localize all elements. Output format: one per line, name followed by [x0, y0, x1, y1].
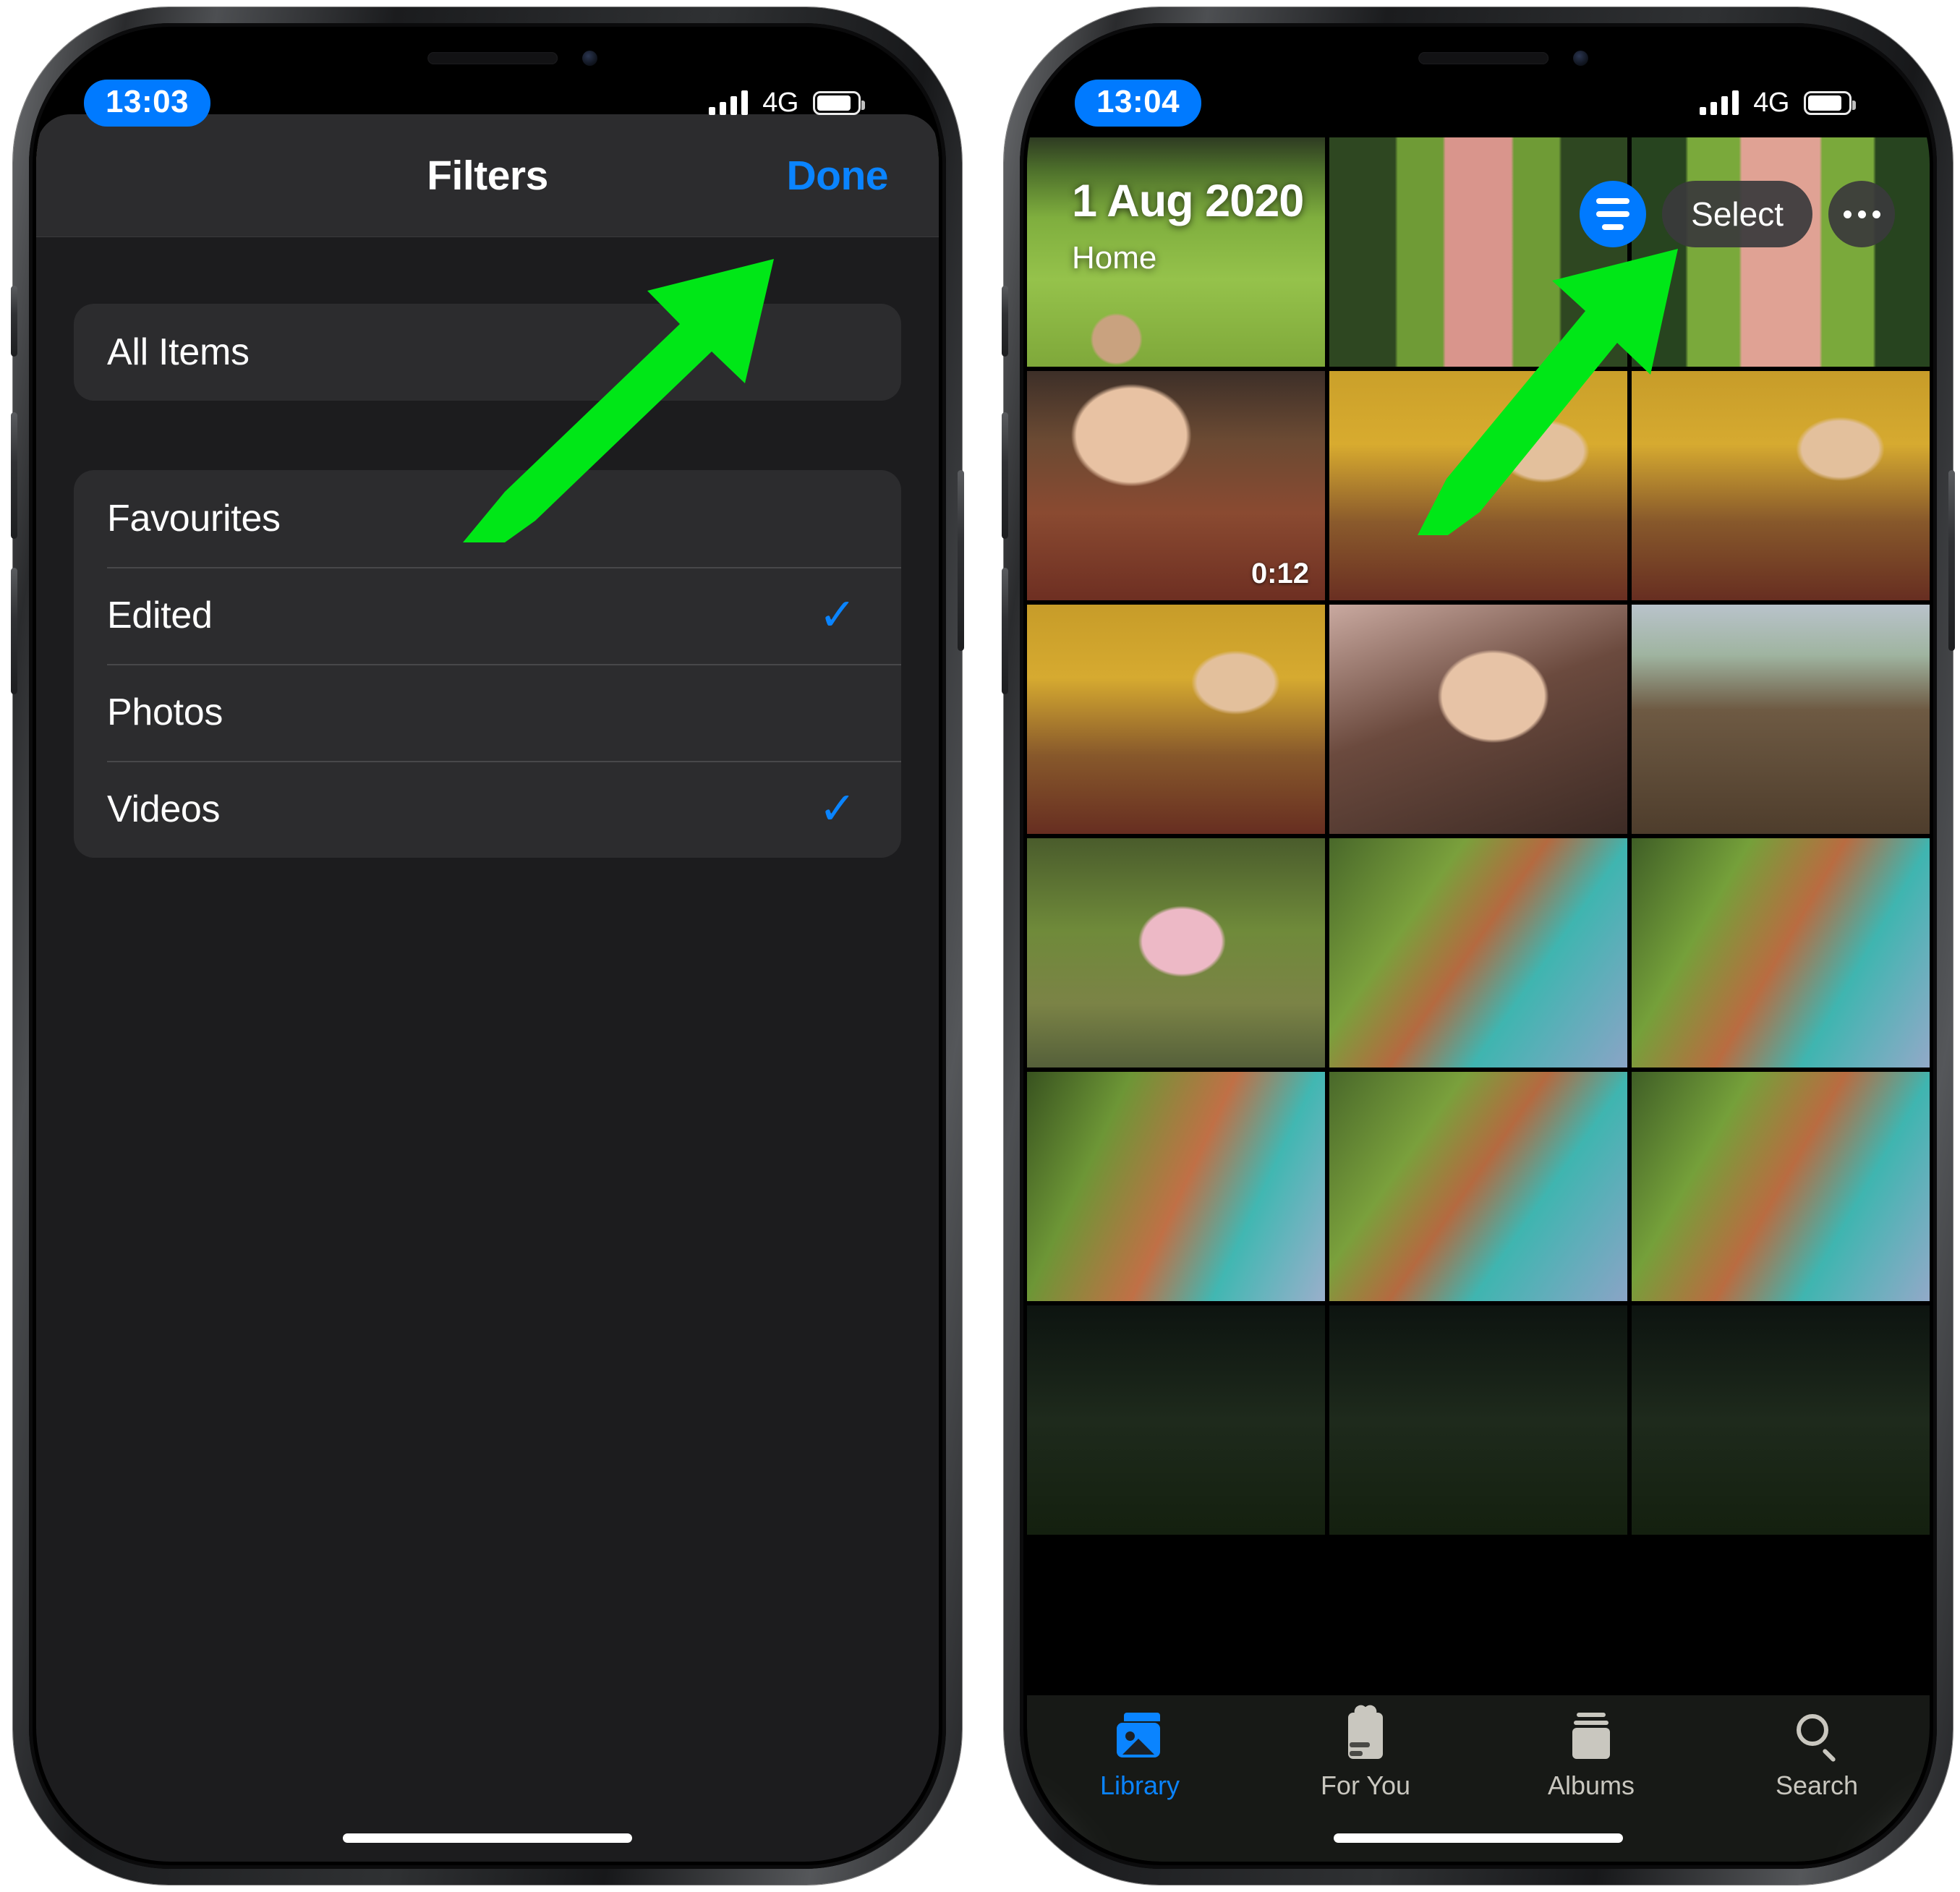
filter-row-favourites[interactable]: Favourites ✓ — [74, 470, 901, 567]
status-indicators: 4G — [1700, 87, 1856, 119]
home-indicator[interactable] — [343, 1833, 632, 1843]
tab-search[interactable]: Search — [1704, 1713, 1930, 1801]
volume-up-button[interactable] — [1002, 412, 1008, 539]
battery-icon — [1804, 90, 1856, 115]
right-phone-bezel: 0:12 1 Aug 2020 Home Select Library For … — [1020, 23, 1937, 1869]
filters-sheet-body: All Items ✓ Favourites ✓ Edited ✓ — [36, 237, 939, 1862]
left-phone-device: Filters Done All Items ✓ Favour — [11, 7, 964, 1885]
filter-row-videos[interactable]: Videos ✓ — [74, 761, 901, 858]
checkmark-icon: ✓ — [819, 784, 856, 834]
photo-grid-cell[interactable] — [1027, 137, 1325, 367]
power-button[interactable] — [958, 470, 964, 651]
mute-switch[interactable] — [11, 286, 17, 357]
right-phone-screen: 0:12 1 Aug 2020 Home Select Library For … — [1027, 30, 1930, 1862]
done-button[interactable]: Done — [787, 152, 889, 200]
notch — [1283, 30, 1674, 88]
library-icon — [1117, 1713, 1163, 1759]
photo-grid-cell[interactable] — [1027, 1072, 1325, 1301]
screenshot-stage: Filters Done All Items ✓ Favour — [0, 0, 1960, 1892]
more-options-icon[interactable] — [1828, 181, 1895, 247]
tab-label: Albums — [1547, 1770, 1635, 1800]
filter-row-label: Edited — [107, 595, 213, 636]
filter-row-all-items[interactable]: All Items ✓ — [74, 304, 901, 401]
volume-down-button[interactable] — [11, 568, 17, 694]
filter-group-types: Favourites ✓ Edited ✓ Photos ✓ — [74, 470, 901, 858]
photo-grid-cell[interactable] — [1329, 838, 1627, 1068]
filter-group-all: All Items ✓ — [74, 304, 901, 401]
filter-row-edited[interactable]: Edited ✓ — [74, 567, 901, 664]
photo-grid-cell[interactable] — [1329, 605, 1627, 834]
photo-grid-cell[interactable] — [1027, 838, 1325, 1068]
filters-sheet: Filters Done All Items ✓ Favour — [36, 114, 939, 1862]
front-camera-icon — [582, 51, 597, 66]
search-icon — [1794, 1713, 1840, 1763]
select-button[interactable]: Select — [1662, 181, 1812, 247]
battery-icon — [813, 90, 865, 115]
tab-albums[interactable]: Albums — [1478, 1713, 1704, 1801]
photo-grid-cell[interactable] — [1329, 1072, 1627, 1301]
filter-row-label: Favourites — [107, 498, 281, 540]
home-indicator[interactable] — [1334, 1833, 1623, 1843]
page-title: Filters — [427, 152, 548, 199]
photo-grid-cell[interactable] — [1329, 137, 1627, 367]
photo-grid: 0:12 — [1027, 137, 1930, 1862]
left-phone-bezel: Filters Done All Items ✓ Favour — [29, 23, 946, 1869]
photo-grid-cell[interactable] — [1632, 1305, 1930, 1535]
checkmark-icon: ✓ — [819, 590, 856, 640]
tab-label: Library — [1099, 1770, 1180, 1800]
volume-down-button[interactable] — [1002, 568, 1008, 694]
albums-icon — [1568, 1713, 1614, 1759]
photo-grid-cell[interactable] — [1329, 1305, 1627, 1535]
mute-switch[interactable] — [1002, 286, 1008, 357]
filters-sheet-header: Filters Done — [36, 114, 939, 237]
volume-up-button[interactable] — [11, 412, 17, 539]
left-phone-screen: Filters Done All Items ✓ Favour — [36, 30, 939, 1862]
filter-row-label: Videos — [107, 788, 221, 830]
header-actions: Select — [1580, 181, 1895, 247]
filter-row-label: Photos — [107, 691, 223, 733]
for-you-icon — [1342, 1707, 1389, 1759]
photo-grid-cell[interactable] — [1027, 605, 1325, 834]
photo-grid-cell[interactable] — [1329, 371, 1627, 600]
tab-label: For You — [1320, 1770, 1411, 1800]
filter-row-photos[interactable]: Photos ✓ — [74, 664, 901, 761]
photo-grid-cell[interactable] — [1632, 137, 1930, 367]
video-duration-badge: 0:12 — [1250, 558, 1309, 589]
cellular-signal-icon — [709, 90, 749, 115]
tab-library[interactable]: Library — [1027, 1713, 1253, 1801]
status-time-recording-pill: 13:04 — [1075, 79, 1202, 127]
cellular-signal-icon — [1700, 90, 1739, 115]
photo-grid-cell[interactable] — [1632, 605, 1930, 834]
filter-row-label: All Items — [107, 331, 250, 373]
photo-grid-cell[interactable] — [1632, 838, 1930, 1068]
right-phone-device: 0:12 1 Aug 2020 Home Select Library For … — [1002, 7, 1955, 1885]
power-button[interactable] — [1948, 470, 1955, 651]
photo-grid-cell[interactable]: 0:12 — [1027, 371, 1325, 600]
photo-grid-cell[interactable] — [1632, 371, 1930, 600]
network-type-label: 4G — [1753, 87, 1789, 118]
earpiece-speaker-icon — [1418, 52, 1549, 64]
tab-for-you[interactable]: For You — [1253, 1707, 1478, 1801]
front-camera-icon — [1573, 51, 1588, 66]
notch — [292, 30, 683, 88]
photo-grid-cell[interactable] — [1027, 1305, 1325, 1535]
earpiece-speaker-icon — [427, 52, 558, 64]
photo-grid-cell[interactable] — [1632, 1072, 1930, 1301]
filter-icon-button[interactable] — [1580, 181, 1647, 247]
tab-label: Search — [1775, 1770, 1859, 1800]
